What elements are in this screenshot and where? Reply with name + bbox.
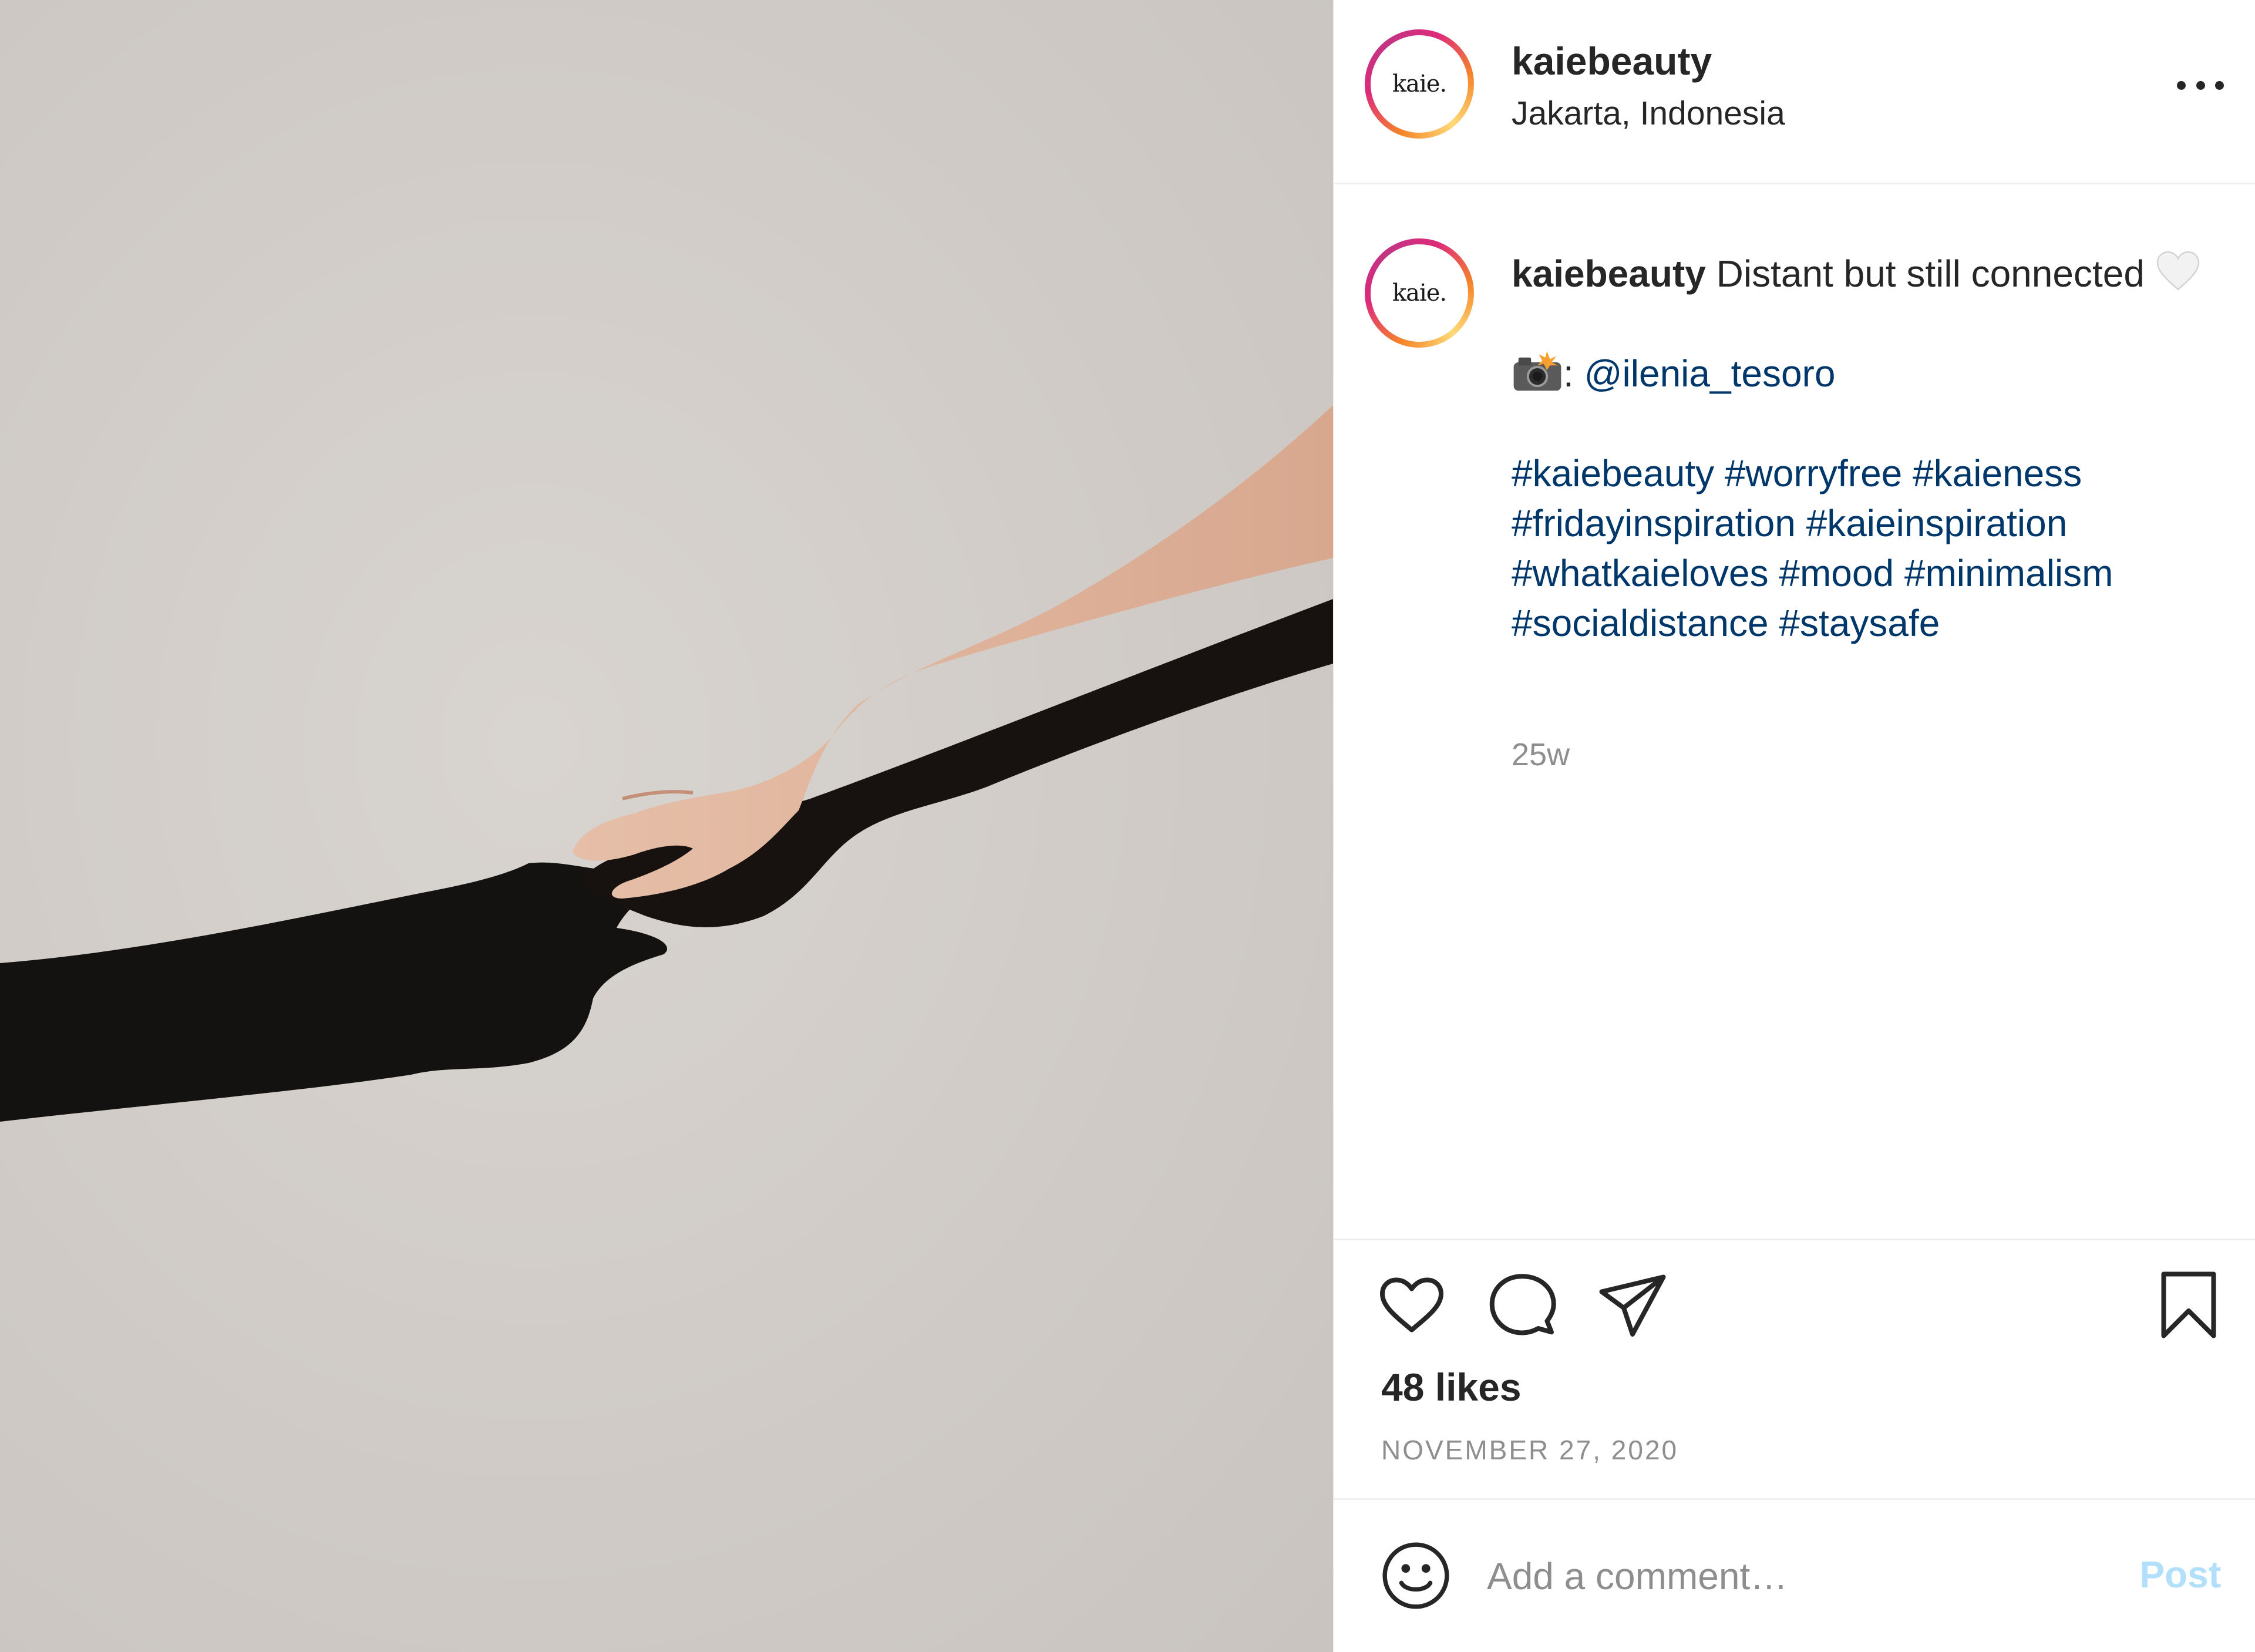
hashtag-line[interactable]: #kaiebeauty #worryfree #kaieness xyxy=(1512,449,2228,499)
finger-detail xyxy=(622,790,694,800)
share-icon[interactable] xyxy=(1597,1270,1668,1340)
actions-section: 48 likes NOVEMBER 27, 2020 xyxy=(1334,1239,2255,1500)
caption-username[interactable]: kaiebeauty xyxy=(1512,253,1706,295)
hashtag-line[interactable]: #fridayinspiration #kaieinspiration xyxy=(1512,499,2228,549)
avatar-ring-inner: kaie. xyxy=(1371,244,1468,342)
photo-illustration xyxy=(0,405,1333,1122)
more-icon[interactable] xyxy=(2177,76,2224,94)
comment-input[interactable] xyxy=(1487,1547,2074,1606)
shadow-arm xyxy=(0,862,668,1122)
camera-flash-emoji xyxy=(1513,351,1561,391)
instagram-post: kaie. kaiebeauty Jakarta, Indonesia kaie… xyxy=(0,0,2255,1652)
post-side-panel: kaie. kaiebeauty Jakarta, Indonesia kaie… xyxy=(1333,0,2255,1652)
caption-body: Distant but still connected xyxy=(1716,253,2145,295)
post-date: NOVEMBER 27, 2020 xyxy=(1381,1435,1679,1465)
emoji-icon[interactable] xyxy=(1381,1541,1450,1610)
more-dot xyxy=(2215,80,2224,90)
caption-section: kaie. kaiebeauty Distant but still conne… xyxy=(1334,184,2255,1239)
bookmark-icon[interactable] xyxy=(2153,1270,2224,1340)
post-photo[interactable] xyxy=(0,0,1333,1652)
comment-icon[interactable] xyxy=(1487,1270,1557,1340)
caption-text: kaiebeauty Distant but still connected : xyxy=(1512,249,2228,648)
heart-icon[interactable] xyxy=(1376,1270,1447,1340)
username-link[interactable]: kaiebeauty xyxy=(1512,39,1712,83)
white-heart-emoji xyxy=(2156,251,2199,291)
credit-separator: : xyxy=(1563,352,1574,395)
time-ago[interactable]: 25w xyxy=(1512,736,1570,773)
hashtag-line[interactable]: #socialdistance #staysafe xyxy=(1512,598,2228,648)
post-header: kaie. kaiebeauty Jakarta, Indonesia xyxy=(1334,0,2255,184)
caption-avatar[interactable]: kaie. xyxy=(1365,238,1474,348)
photographer-mention-link[interactable]: @ilenia_tesoro xyxy=(1584,352,1836,395)
hashtag-line[interactable]: #whatkaieloves #mood #minimalism xyxy=(1512,549,2228,598)
comment-bar: Post xyxy=(1334,1500,2255,1652)
post-comment-button[interactable]: Post xyxy=(2139,1553,2221,1596)
location-link[interactable]: Jakarta, Indonesia xyxy=(1512,94,1785,133)
brand-logo: kaie. xyxy=(1375,248,1464,338)
caption-first-line: kaiebeauty Distant but still connected xyxy=(1512,249,2228,299)
photo-credit-line: : @ilenia_tesoro xyxy=(1512,349,2228,399)
brand-logo: kaie. xyxy=(1375,39,1464,129)
more-dot xyxy=(2177,80,2186,90)
avatar-ring-inner: kaie. xyxy=(1371,35,1468,133)
likes-count[interactable]: 48 likes xyxy=(1381,1365,1522,1409)
more-dot xyxy=(2196,80,2205,90)
avatar[interactable]: kaie. xyxy=(1365,29,1474,139)
